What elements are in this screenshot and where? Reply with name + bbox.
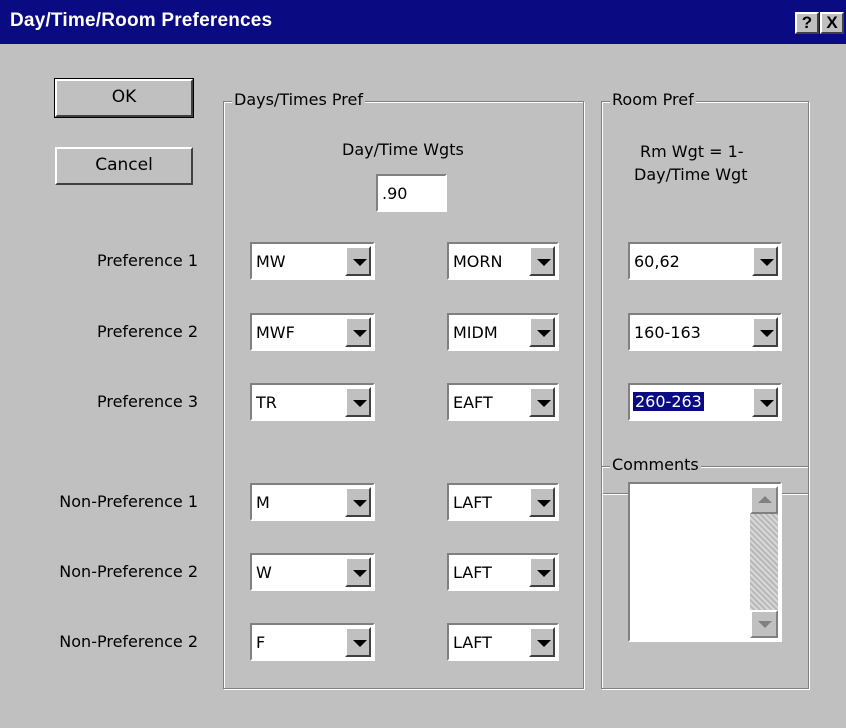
time-value: EAFT xyxy=(453,393,493,412)
time-value: LAFT xyxy=(453,563,492,582)
time-select-non-preference-1[interactable]: LAFT xyxy=(447,483,559,521)
dropdown-arrow-icon[interactable] xyxy=(345,557,371,587)
room-weight-line-2: Day/Time Wgt xyxy=(634,165,748,184)
time-select-non-preference-2[interactable]: LAFT xyxy=(447,553,559,591)
time-select-preference-1[interactable]: MORN xyxy=(447,242,559,280)
dropdown-arrow-icon[interactable] xyxy=(345,246,371,276)
comments-scrollbar[interactable] xyxy=(750,486,778,638)
row-label-non-preference-2b: Non-Preference 2 xyxy=(59,632,198,651)
day-select-preference-2[interactable]: MWF xyxy=(250,313,375,351)
day-value: M xyxy=(256,493,270,512)
room-weight-line-1: Rm Wgt = 1- xyxy=(640,142,744,161)
dropdown-arrow-icon[interactable] xyxy=(529,557,555,587)
time-select-preference-3[interactable]: EAFT xyxy=(447,383,559,421)
day-value: TR xyxy=(256,393,277,412)
time-select-non-preference-2b[interactable]: LAFT xyxy=(447,623,559,661)
scroll-down-icon[interactable] xyxy=(750,610,778,638)
time-value: MORN xyxy=(453,252,503,271)
row-label-non-preference-2: Non-Preference 2 xyxy=(59,562,198,581)
ok-button[interactable]: OK xyxy=(54,78,194,118)
window-title: Day/Time/Room Preferences xyxy=(10,10,273,31)
dropdown-arrow-icon[interactable] xyxy=(529,246,555,276)
dropdown-arrow-icon[interactable] xyxy=(529,387,555,417)
dropdown-arrow-icon[interactable] xyxy=(345,487,371,517)
day-select-non-preference-1[interactable]: M xyxy=(250,483,375,521)
dropdown-arrow-icon[interactable] xyxy=(529,487,555,517)
day-select-preference-3[interactable]: TR xyxy=(250,383,375,421)
dropdown-arrow-icon[interactable] xyxy=(345,627,371,657)
scroll-up-icon[interactable] xyxy=(750,486,778,514)
day-time-weights-value: .90 xyxy=(382,184,408,203)
dropdown-arrow-icon[interactable] xyxy=(529,627,555,657)
days-times-group-label: Days/Times Pref xyxy=(232,90,365,109)
dropdown-arrow-icon[interactable] xyxy=(529,317,555,347)
time-value: MIDM xyxy=(453,323,498,342)
room-pref-group-label: Room Pref xyxy=(610,90,696,109)
row-label-preference-3: Preference 3 xyxy=(96,392,198,411)
help-button[interactable]: ? xyxy=(795,12,819,34)
day-select-non-preference-2[interactable]: W xyxy=(250,553,375,591)
room-value: 160-163 xyxy=(634,323,701,342)
dropdown-arrow-icon[interactable] xyxy=(752,246,778,276)
room-select-preference-2[interactable]: 160-163 xyxy=(628,313,782,351)
row-label-preference-2: Preference 2 xyxy=(96,322,198,341)
day-value: MWF xyxy=(256,323,295,342)
dropdown-arrow-icon[interactable] xyxy=(345,387,371,417)
dropdown-arrow-icon[interactable] xyxy=(345,317,371,347)
comments-group-label: Comments xyxy=(610,455,701,474)
row-label-preference-1: Preference 1 xyxy=(96,251,198,270)
day-select-preference-1[interactable]: MW xyxy=(250,242,375,280)
day-select-non-preference-2b[interactable]: F xyxy=(250,623,375,661)
room-value-selected: 260-263 xyxy=(633,392,704,411)
dropdown-arrow-icon[interactable] xyxy=(752,387,778,417)
title-bar: Day/Time/Room Preferences ? X xyxy=(0,0,846,44)
row-label-non-preference-1: Non-Preference 1 xyxy=(59,492,198,511)
close-button[interactable]: X xyxy=(820,12,844,34)
day-value: MW xyxy=(256,252,286,271)
day-value: W xyxy=(256,563,272,582)
day-value: F xyxy=(256,633,266,652)
time-select-preference-2[interactable]: MIDM xyxy=(447,313,559,351)
room-select-preference-3[interactable]: 260-263 xyxy=(628,383,782,421)
comments-textarea[interactable] xyxy=(628,482,782,642)
time-value: LAFT xyxy=(453,633,492,652)
room-value: 60,62 xyxy=(634,252,680,271)
day-time-weights-field[interactable]: .90 xyxy=(376,174,447,212)
dialog-body: OK Cancel Days/Times Pref Day/Time Wgts … xyxy=(0,44,846,728)
dropdown-arrow-icon[interactable] xyxy=(752,317,778,347)
cancel-button[interactable]: Cancel xyxy=(55,147,193,185)
day-time-weights-label: Day/Time Wgts xyxy=(342,140,464,159)
room-select-preference-1[interactable]: 60,62 xyxy=(628,242,782,280)
time-value: LAFT xyxy=(453,493,492,512)
